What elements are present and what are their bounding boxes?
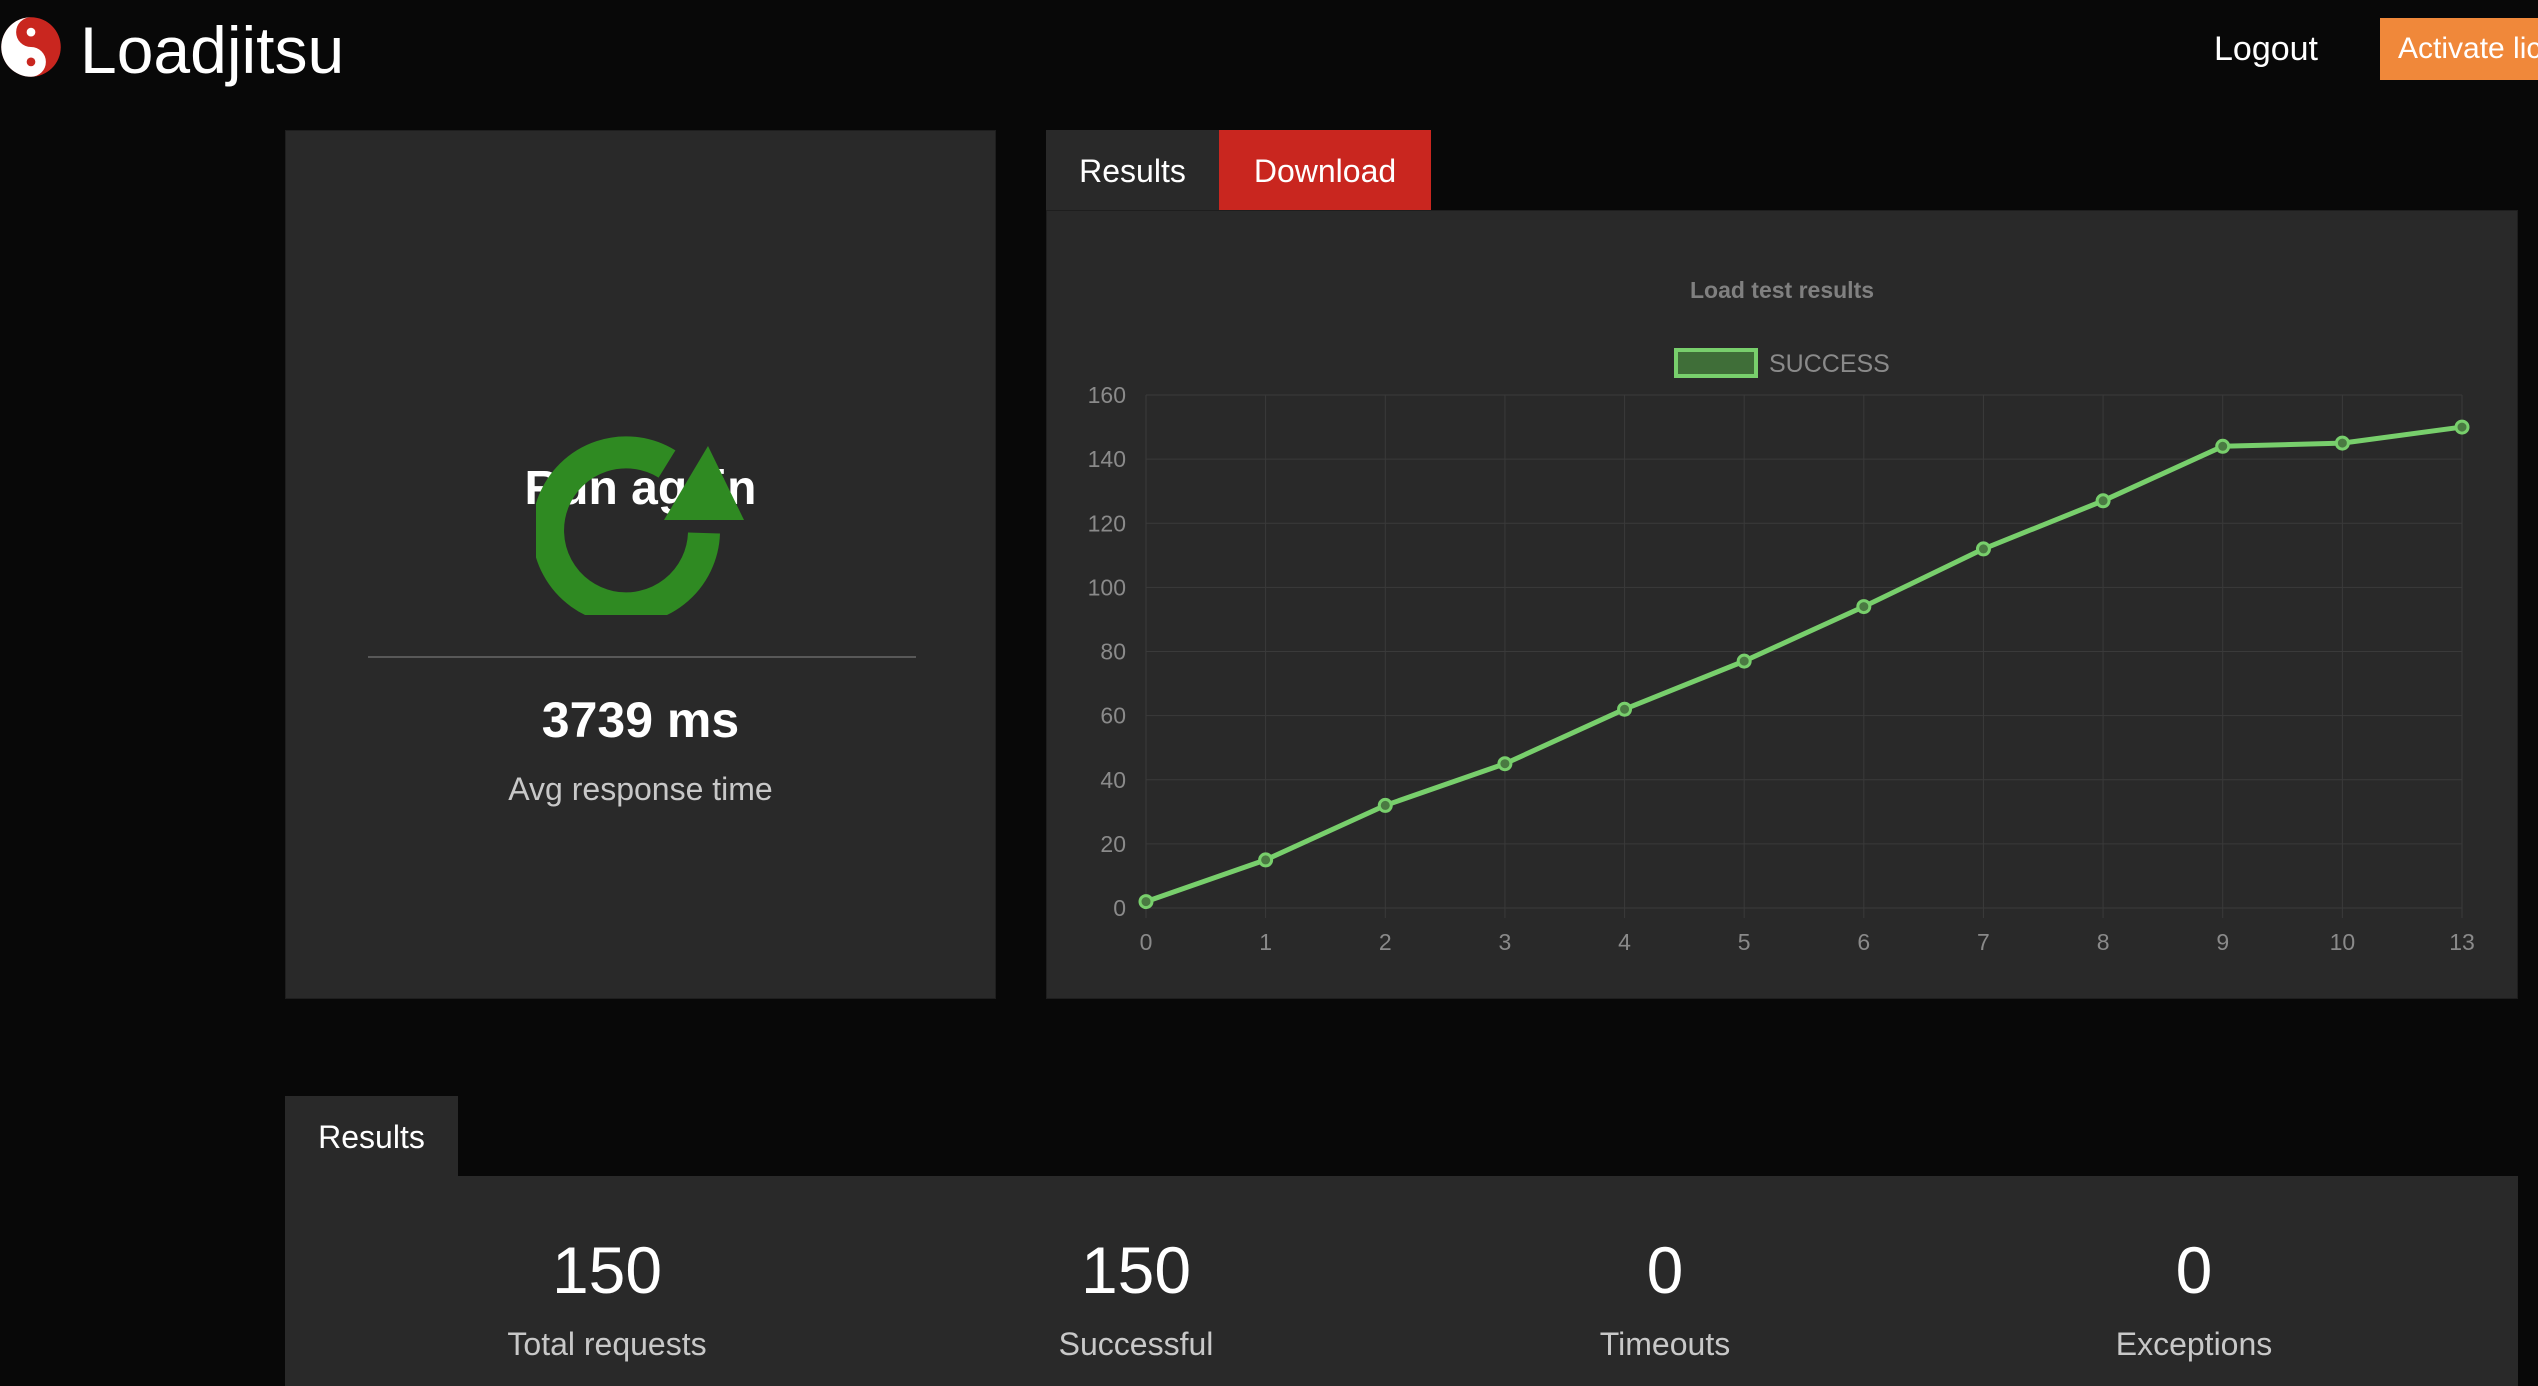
data-point [2334,435,2350,451]
y-tick-label: 160 [1088,382,1126,408]
stat-value: 0 [1646,1233,1684,1307]
data-point [1497,756,1513,772]
stat-label: Timeouts [1599,1326,1731,1362]
x-tick-label: 3 [1499,929,1512,955]
legend-swatch [1674,348,1758,378]
data-point [2454,419,2470,435]
series-line-success [1145,424,2463,904]
divider [368,656,916,658]
x-tick-label: 2 [1379,929,1392,955]
y-tick-label: 0 [1113,895,1126,921]
data-point [2095,493,2111,509]
tab-results-summary[interactable]: Results [285,1096,458,1176]
stats-panel: 150 Total requests 150 Successful 0 Time… [285,1176,2518,1386]
data-point [1975,541,1991,557]
y-tick-label: 40 [1100,767,1126,793]
x-tick-label: 4 [1618,929,1631,955]
data-point [1138,894,1154,910]
avg-response-value: 3739 ms [541,692,740,748]
x-tick-label: 6 [1857,929,1870,955]
data-point [1258,852,1274,868]
yin-yang-icon[interactable] [0,16,62,78]
data-point [1736,653,1752,669]
stat-value: 150 [551,1233,663,1307]
x-tick-label: 7 [1977,929,1990,955]
data-point [1377,797,1393,813]
top-bar: Loadjitsu Logout Activate lic [0,0,2538,100]
y-tick-label: 140 [1088,446,1126,472]
y-tick-label: 120 [1088,510,1126,536]
y-tick-label: 80 [1100,639,1126,665]
x-tick-label: 1 [1259,929,1272,955]
data-point [2215,438,2231,454]
x-tick-label: 5 [1738,929,1751,955]
stat-label: Successful [1058,1326,1214,1362]
data-point [1856,599,1872,615]
legend-label: SUCCESS [1769,350,1890,378]
data-point [1617,701,1633,717]
activate-license-button[interactable]: Activate lic [2380,18,2538,80]
tab-results[interactable]: Results [1046,130,1219,210]
download-button[interactable]: Download [1219,130,1431,210]
chart-title: Load test results [1690,277,1874,303]
x-tick-label: 0 [1140,929,1153,955]
y-tick-label: 60 [1100,703,1126,729]
avg-response-label: Avg response time [508,771,773,807]
stat-label: Total requests [507,1326,707,1362]
load-test-chart: 0 20 40 60 80 100 120 140 160 0 1 2 3 4 5 6 7 8 9 10 13 Load … [1088,277,2475,955]
reload-icon[interactable] [536,430,744,615]
y-tick-label: 100 [1088,574,1126,600]
stat-value: 0 [2175,1233,2213,1307]
stat-label: Exceptions [2115,1326,2273,1362]
x-tick-label: 10 [2330,929,2356,955]
x-tick-label: 13 [2449,929,2475,955]
stat-value: 150 [1080,1233,1192,1307]
y-tick-label: 20 [1100,831,1126,857]
brand-name[interactable]: Loadjitsu [80,12,344,88]
x-tick-label: 8 [2097,929,2110,955]
x-tick-label: 9 [2216,929,2229,955]
logout-link[interactable]: Logout [2214,30,2318,69]
